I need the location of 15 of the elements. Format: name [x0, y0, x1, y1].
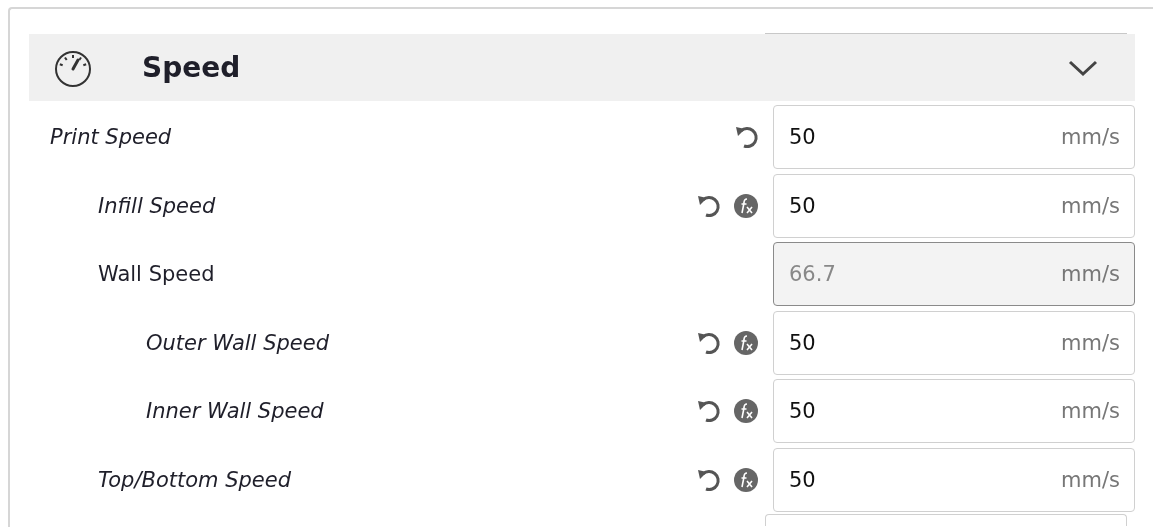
- setting-label: Infill Speed: [97, 193, 217, 218]
- setting-label: Top/Bottom Speed: [97, 467, 293, 492]
- section-title: Speed: [142, 51, 242, 84]
- setting-label: Outer Wall Speed: [145, 330, 330, 355]
- reset-icon[interactable]: [733, 124, 759, 151]
- section-header[interactable]: Speed: [29, 34, 1135, 101]
- number-field[interactable]: [765, 514, 1127, 526]
- number-field[interactable]: 50 mm/s: [773, 173, 1135, 238]
- formula-icon[interactable]: [733, 466, 759, 493]
- formula-icon[interactable]: [733, 192, 759, 219]
- setting-label: Inner Wall Speed: [145, 399, 325, 424]
- number-field[interactable]: 50 mm/s: [773, 447, 1135, 512]
- number-field[interactable]: 50 mm/s: [773, 105, 1135, 170]
- setting-label: Print Speed: [49, 125, 173, 150]
- setting-label: Wall Speed: [97, 262, 216, 287]
